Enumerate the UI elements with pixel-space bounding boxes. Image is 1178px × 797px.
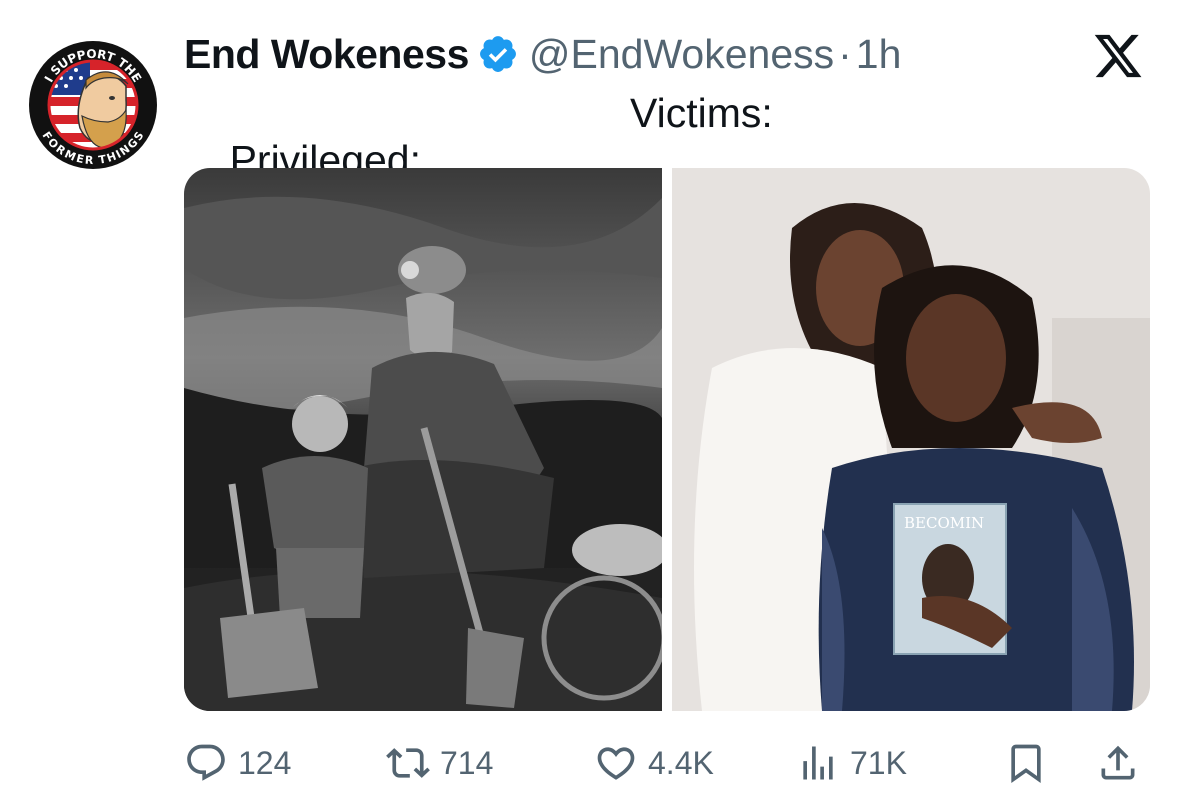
share-icon (1096, 741, 1140, 785)
retweet-count: 714 (440, 744, 494, 781)
heart-icon (594, 741, 638, 785)
reply-count: 124 (238, 744, 292, 781)
tweet-text: Privileged: Victims: (184, 90, 773, 183)
bookmark-icon (1004, 741, 1048, 785)
tweet-timestamp[interactable]: 1h (856, 31, 902, 78)
author-display-name[interactable]: End Wokeness (184, 31, 469, 78)
like-button[interactable]: 4.4K (594, 735, 714, 791)
retweet-button[interactable]: 714 (386, 735, 493, 791)
tweet-actions: 124 714 4.4K 71K (184, 735, 1150, 791)
share-button[interactable] (1096, 735, 1140, 791)
bookmark-button[interactable] (1004, 735, 1048, 791)
tweet-label-victims: Victims: (630, 90, 773, 136)
tweet-header: End Wokeness @EndWokeness · 1h (184, 26, 901, 82)
tweet-media[interactable]: BECOMIN (184, 168, 1150, 711)
author-handle[interactable]: @EndWokeness (529, 31, 834, 78)
media-image-left[interactable] (184, 168, 662, 711)
views-chart-icon (796, 741, 840, 785)
verified-badge-icon (477, 33, 519, 75)
views-button[interactable]: 71K (796, 735, 907, 791)
book-title: BECOMIN (904, 514, 984, 532)
reply-button[interactable]: 124 (184, 735, 291, 791)
tweet-card[interactable]: I SUPPORT THE FORMER THINGS End Wokeness… (0, 0, 1178, 797)
media-image-right[interactable]: BECOMIN (672, 168, 1150, 711)
x-logo-icon (1092, 30, 1144, 82)
retweet-icon (386, 741, 430, 785)
avatar-badge-icon: I SUPPORT THE FORMER THINGS (29, 41, 157, 169)
views-count: 71K (850, 744, 907, 781)
reply-icon (184, 741, 228, 785)
like-count: 4.4K (648, 744, 714, 781)
author-avatar[interactable]: I SUPPORT THE FORMER THINGS (28, 40, 158, 170)
header-separator: · (838, 30, 852, 77)
